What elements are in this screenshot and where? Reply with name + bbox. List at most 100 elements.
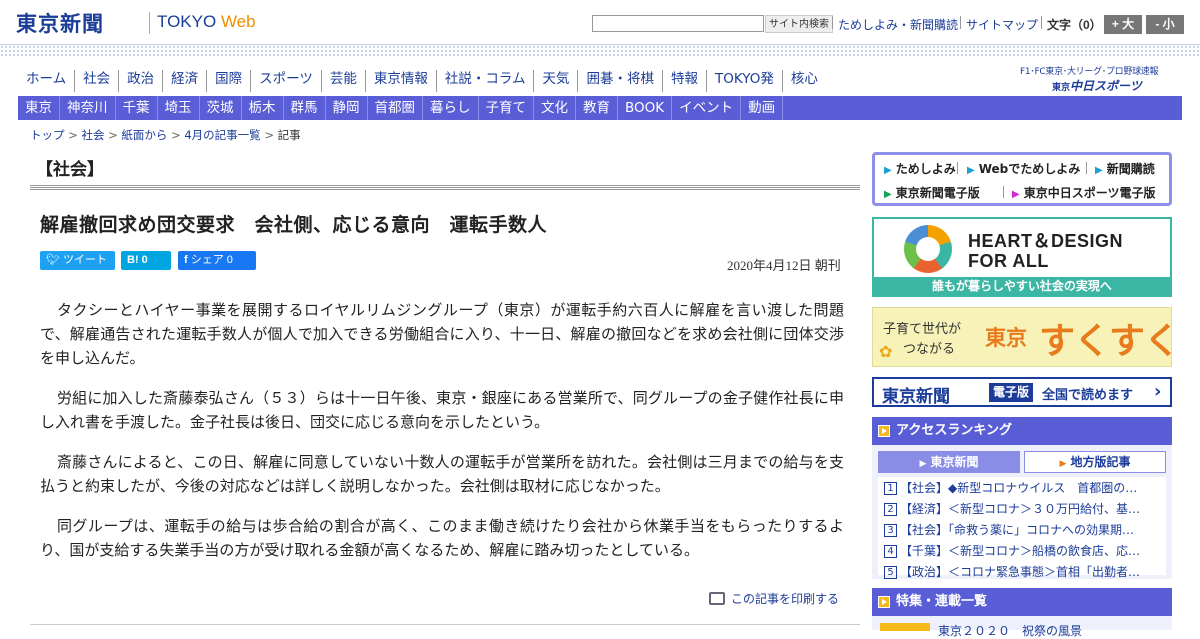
chunichi-digital-label: 東京中日スポーツ電子版 xyxy=(1023,186,1156,200)
local-nav-tochigi[interactable]: 栃木 xyxy=(242,96,284,120)
nav-editorial[interactable]: 社説・コラム xyxy=(437,70,535,92)
breadcrumb-april-list[interactable]: 4月の記事一覧 xyxy=(184,128,260,142)
nav-politics[interactable]: 政治 xyxy=(119,70,164,92)
search-input[interactable] xyxy=(592,15,764,32)
ranking-title: アクセスランキング xyxy=(896,423,1012,438)
local-nav-book[interactable]: BOOK xyxy=(618,96,673,120)
font-larger-button[interactable]: + 大 xyxy=(1104,15,1142,34)
nav-tokyo-hatsu[interactable]: TOKYO発 xyxy=(707,70,783,92)
header-divider xyxy=(832,16,833,29)
digital-edition-banner[interactable]: 東京新聞 電子版 全国で読めます › xyxy=(872,377,1172,407)
header-divider xyxy=(960,16,961,29)
subscribe-link[interactable]: ▶ 新聞購読 xyxy=(1095,160,1155,177)
header-dotted-band xyxy=(0,44,1200,58)
flower-icon: ✿ xyxy=(879,342,893,361)
logo-sub-tokyo: TOKYO xyxy=(157,12,217,31)
sukusuku-banner[interactable]: 子育て世代が つながる ✿ 東京 すくすく xyxy=(872,307,1180,367)
nav-economy[interactable]: 経済 xyxy=(163,70,208,92)
rank-number: 3 xyxy=(884,524,897,537)
local-nav-chiba[interactable]: 千葉 xyxy=(116,96,158,120)
breadcrumb-society[interactable]: 社会 xyxy=(81,128,104,142)
rank-number: 4 xyxy=(884,545,897,558)
trial-read-link[interactable]: ▶ ためしよみ xyxy=(884,160,956,177)
ranking-title-bar: アクセスランキング xyxy=(872,417,1172,445)
ranking-item[interactable]: 2 【経済】＜新型コロナ＞３０万円給付、基… xyxy=(878,502,1140,516)
local-nav-gunma[interactable]: 群馬 xyxy=(284,96,326,120)
local-nav-tokyo[interactable]: 東京 xyxy=(18,96,60,120)
nav-go-shogi[interactable]: 囲碁・将棋 xyxy=(578,70,663,92)
sitemap-link[interactable]: サイトマップ xyxy=(966,16,1038,33)
ranking-item-text: 【社会】◆新型コロナウイルス 首都圏の… xyxy=(900,481,1138,495)
heart-design-flower-icon xyxy=(904,225,952,273)
breadcrumb-sep: > xyxy=(264,128,274,142)
breadcrumb-sep: > xyxy=(108,128,118,142)
sukusuku-brand-tokyo: 東京 xyxy=(985,326,1027,350)
local-nav-parenting[interactable]: 子育て xyxy=(479,96,534,120)
article-date: 2020年4月12日 朝刊 xyxy=(727,258,841,273)
nav-home[interactable]: ホーム xyxy=(18,70,76,92)
sukusuku-tagline-1: 子育て世代が xyxy=(883,322,962,337)
print-article-link[interactable]: この記事を印刷する xyxy=(709,590,839,607)
ranking-item-text: 【政治】＜コロナ緊急事態＞首相「出勤者… xyxy=(900,565,1141,579)
nav-tokyo-info[interactable]: 東京情報 xyxy=(366,70,437,92)
site-logo[interactable]: 東京新聞 xyxy=(16,8,104,38)
ranking-item[interactable]: 3 【社会】「命救う薬に」コロナへの効果期… xyxy=(878,523,1134,537)
ranking-item[interactable]: 5 【政治】＜コロナ緊急事態＞首相「出勤者… xyxy=(878,565,1140,579)
local-nav-culture[interactable]: 文化 xyxy=(534,96,576,120)
local-nav-video[interactable]: 動画 xyxy=(741,96,784,120)
heart-design-banner[interactable]: HEART＆DESIGN FOR ALL 誰もが暮らしやすい社会の実現へ xyxy=(872,217,1172,297)
nav-society[interactable]: 社会 xyxy=(75,70,120,92)
ranking-item[interactable]: 4 【千葉】＜新型コロナ＞船橋の飲食店、応… xyxy=(878,544,1140,558)
facebook-share-button[interactable]: f シェア 0 xyxy=(178,251,256,270)
feature-item-link[interactable]: 東京２０２０ 祝祭の風景 xyxy=(938,622,1082,639)
breadcrumb-current: 記事 xyxy=(277,128,301,142)
logo-divider xyxy=(149,12,150,34)
tab-local-edition[interactable]: ▶ 地方版記事 xyxy=(1024,451,1166,473)
web-trial-link[interactable]: ▶ Webでためしよみ xyxy=(967,160,1080,177)
triangle-icon: ▶ xyxy=(919,459,927,469)
ranking-item-text: 【経済】＜新型コロナ＞３０万円給付、基… xyxy=(900,502,1141,516)
tokyo-digital-link[interactable]: ▶ 東京新聞電子版 xyxy=(884,184,980,201)
sports-results-link[interactable]: F1･FC東京･大リーグ･プロ野球速報 xyxy=(1020,64,1158,77)
local-nav-ibaraki[interactable]: 茨城 xyxy=(200,96,242,120)
breadcrumb-print-edition[interactable]: 紙面から xyxy=(121,128,167,142)
nav-world[interactable]: 国際 xyxy=(207,70,252,92)
search-button[interactable]: サイト内検索 xyxy=(765,15,833,33)
local-nav-education[interactable]: 教育 xyxy=(576,96,618,120)
facebook-share-label: シェア 0 xyxy=(190,254,233,266)
article-paragraph: 労組に加入した斎藤泰弘さん（５３）らは十一日午後、東京・銀座にある営業所で、同グ… xyxy=(40,389,844,431)
chevron-right-icon: › xyxy=(1154,381,1162,402)
local-nav-living[interactable]: 暮らし xyxy=(423,96,479,120)
local-nav-shutoken[interactable]: 首都圏 xyxy=(368,96,423,120)
header-divider xyxy=(1041,16,1042,29)
quick-links-divider xyxy=(1086,162,1087,174)
sukusuku-brand: すくすく xyxy=(1039,321,1180,362)
digital-edition-text: 全国で読めます xyxy=(1042,388,1134,403)
font-size-label: 文字（0） xyxy=(1047,18,1102,32)
tweet-button[interactable]: 🐦︎ ツイート xyxy=(40,251,115,270)
local-nav-event[interactable]: イベント xyxy=(672,96,742,120)
print-label: この記事を印刷する xyxy=(731,592,840,606)
printer-icon xyxy=(709,592,725,605)
ranking-item-text: 【千葉】＜新型コロナ＞船橋の飲食店、応… xyxy=(900,544,1141,558)
trial-subscribe-link[interactable]: ためしよみ・新聞購読 xyxy=(838,16,958,33)
nav-entertainment[interactable]: 芸能 xyxy=(322,70,366,92)
font-smaller-button[interactable]: - 小 xyxy=(1146,15,1184,34)
hatena-bookmark-button[interactable]: B! 0 xyxy=(121,251,171,270)
local-nav-kanagawa[interactable]: 神奈川 xyxy=(60,96,116,120)
chunichi-sports-logo[interactable]: 東京中日スポーツ xyxy=(1052,77,1142,94)
nav-weather[interactable]: 天気 xyxy=(534,70,579,92)
ranking-item[interactable]: 1 【社会】◆新型コロナウイルス 首都圏の… xyxy=(878,481,1137,495)
rank-number: 1 xyxy=(884,482,897,495)
local-nav-saitama[interactable]: 埼玉 xyxy=(158,96,200,120)
nav-kakushin[interactable]: 核心 xyxy=(783,70,826,92)
breadcrumb-top[interactable]: トップ xyxy=(30,128,65,142)
tab-tokyo-shimbun[interactable]: ▶ 東京新聞 xyxy=(878,451,1020,473)
nav-tokuho[interactable]: 特報 xyxy=(663,70,707,92)
site-logo-sub[interactable]: TOKYO Web xyxy=(157,12,256,32)
article-headline: 解雇撤回求め団交要求 会社側、応じる意向 運転手数人 xyxy=(40,214,548,236)
tokyo-digital-label: 東京新聞電子版 xyxy=(895,186,980,200)
nav-sports[interactable]: スポーツ xyxy=(251,70,322,92)
local-nav-shizuoka[interactable]: 静岡 xyxy=(326,96,368,120)
chunichi-digital-link[interactable]: ▶ 東京中日スポーツ電子版 xyxy=(1012,184,1155,201)
